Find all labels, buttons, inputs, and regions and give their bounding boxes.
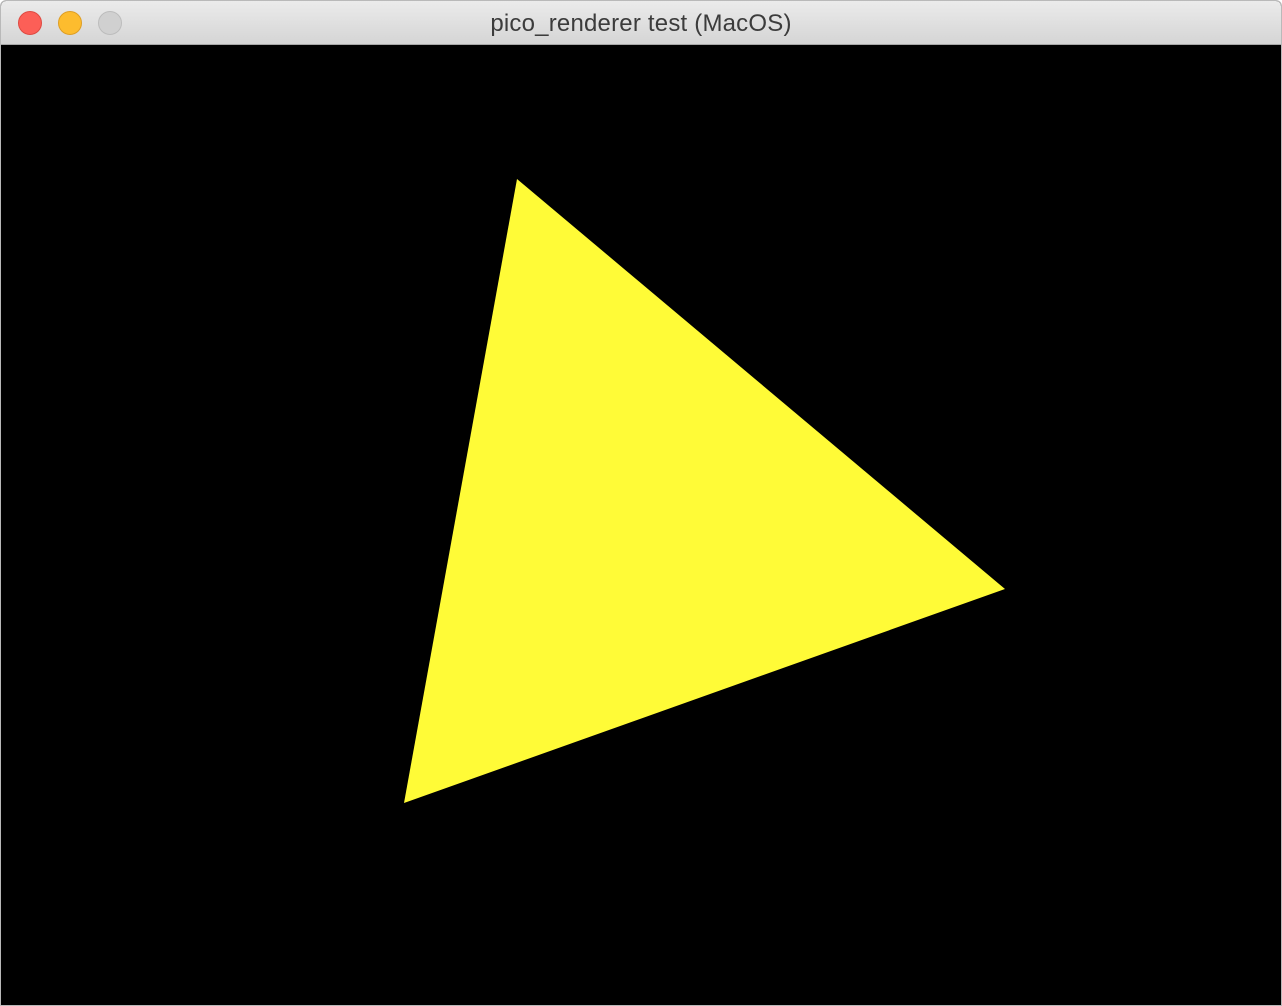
title-bar[interactable]: pico_renderer test (MacOS) [1,1,1281,45]
app-window: pico_renderer test (MacOS) [0,0,1282,1006]
window-title: pico_renderer test (MacOS) [490,10,792,37]
render-surface [1,45,1281,1005]
render-canvas[interactable] [1,45,1281,1005]
